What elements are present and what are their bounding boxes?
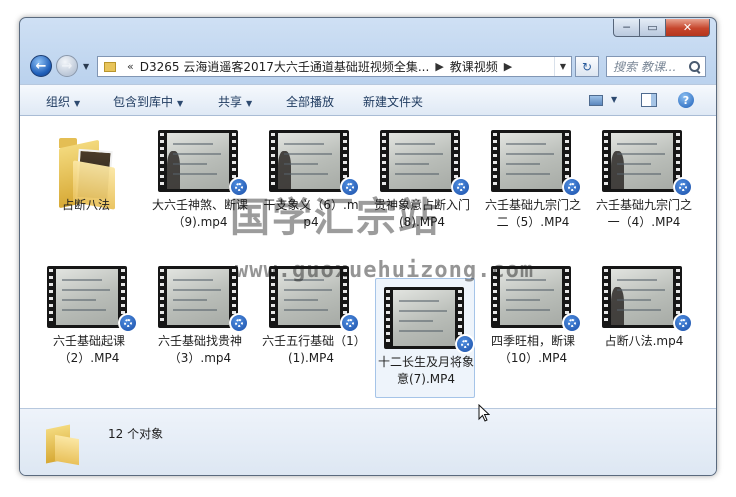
forward-button[interactable]: → — [56, 55, 78, 77]
folder-item[interactable]: 占断八法 — [36, 122, 136, 242]
media-player-icon — [562, 313, 582, 333]
item-label: 四季旺相，断课（10）.MP4 — [490, 334, 575, 365]
back-arrow-icon: ← — [35, 58, 47, 74]
window-controls: ─ ▭ ✕ — [613, 19, 710, 37]
refresh-button[interactable]: ↻ — [575, 56, 599, 77]
mouse-cursor-icon — [478, 404, 490, 422]
video-thumbnail — [380, 130, 460, 192]
navigation-bar: ← → ▼ « D3265 云海逍遥客2017大六壬通道基础班视频全集... ▶… — [20, 48, 716, 82]
new-folder-button[interactable]: 新建文件夹 — [363, 93, 423, 110]
organize-label: 组织 — [46, 95, 71, 109]
search-input[interactable]: 搜索 教课... — [606, 56, 706, 77]
change-view-icon[interactable] — [589, 95, 603, 106]
video-item[interactable]: 六壬基础起课（2）.MP4 — [39, 258, 139, 378]
chevron-down-icon: ▼ — [246, 99, 253, 108]
address-bar[interactable]: « D3265 云海逍遥客2017大六壬通道基础班视频全集... ▶ 教课视频 … — [97, 56, 572, 77]
explorer-window: ─ ▭ ✕ ← → ▼ « D3265 云海逍遥客2017大六壬通道基础班视频全… — [19, 17, 717, 476]
search-icon — [689, 61, 700, 72]
breadcrumb-overflow[interactable]: « — [127, 60, 134, 73]
minimize-button[interactable]: ─ — [613, 19, 640, 37]
media-player-icon — [229, 313, 249, 333]
video-thumbnail — [602, 130, 682, 192]
chevron-down-icon: ▼ — [74, 99, 81, 108]
media-player-icon — [451, 177, 471, 197]
video-thumbnail — [384, 287, 464, 349]
item-label: 六壬基础九宗门之二（5）.MP4 — [484, 198, 581, 229]
command-toolbar: 组织 ▼ 包含到库中 ▼ 共享 ▼ 全部播放 新建文件夹 ▼ ? — [20, 84, 716, 116]
back-button[interactable]: ← — [30, 55, 52, 77]
video-item[interactable]: 六壬基础九宗门之一（4）.MP4 — [594, 122, 694, 242]
address-history-chevron-down-icon[interactable]: ▼ — [554, 57, 571, 76]
include-in-library-label: 包含到库中 — [113, 95, 174, 109]
maximize-button[interactable]: ▭ — [640, 19, 666, 37]
play-all-button[interactable]: 全部播放 — [286, 93, 334, 110]
media-player-icon — [118, 313, 138, 333]
video-thumbnail — [269, 130, 349, 192]
help-icon[interactable]: ? — [678, 92, 694, 108]
details-pane: 12 个对象 — [20, 408, 716, 475]
preview-pane-icon[interactable] — [641, 93, 657, 107]
video-thumbnail — [158, 266, 238, 328]
item-label: 十二长生及月将象意(7).MP4 — [377, 355, 474, 386]
item-label: 占断八法 — [61, 198, 110, 212]
breadcrumb-current[interactable]: 教课视频 — [450, 58, 498, 75]
media-player-icon — [455, 334, 475, 354]
video-item[interactable]: 占断八法.mp4 — [594, 258, 694, 378]
item-label: 六壬基础起课（2）.MP4 — [52, 334, 125, 365]
media-player-icon — [673, 313, 693, 333]
item-label: 占断八法.mp4 — [604, 334, 684, 348]
include-in-library-button[interactable]: 包含到库中 ▼ — [113, 93, 183, 110]
share-label: 共享 — [218, 95, 243, 109]
item-label: 六壬基础找贵神（3）.mp4 — [157, 334, 242, 365]
breadcrumb-course[interactable]: D3265 云海逍遥客2017大六壬通道基础班视频全集... — [140, 58, 430, 75]
media-player-icon — [673, 177, 693, 197]
breadcrumb-separator-icon[interactable]: ▶ — [435, 60, 443, 73]
video-thumbnail — [491, 130, 571, 192]
watermark-url: www.guoxuehuizong.com — [235, 258, 535, 283]
folder-icon — [104, 61, 116, 72]
video-thumbnail — [158, 130, 238, 192]
breadcrumb-separator-icon[interactable]: ▶ — [504, 60, 512, 73]
video-item[interactable]: 六壬基础九宗门之二（5）.MP4 — [483, 122, 583, 242]
organize-button[interactable]: 组织 ▼ — [46, 93, 80, 110]
video-item-selected[interactable]: 十二长生及月将象意(7).MP4 — [375, 278, 475, 398]
media-player-icon — [562, 177, 582, 197]
folder-icon — [46, 423, 80, 466]
share-button[interactable]: 共享 ▼ — [218, 93, 252, 110]
item-label: 六壬基础九宗门之一（4）.MP4 — [595, 198, 692, 229]
item-label: 六壬五行基础（1）(1).MP4 — [262, 334, 360, 365]
view-options-chevron-down-icon[interactable]: ▼ — [611, 95, 617, 104]
close-button[interactable]: ✕ — [666, 19, 710, 37]
item-count: 12 个对象 — [108, 427, 164, 441]
media-player-icon — [340, 313, 360, 333]
recent-pages-chevron-down-icon[interactable]: ▼ — [83, 62, 89, 71]
refresh-icon: ↻ — [581, 59, 593, 74]
watermark-text: 国学汇宗站 — [230, 195, 440, 241]
video-thumbnail — [47, 266, 127, 328]
video-thumbnail — [602, 266, 682, 328]
chevron-down-icon: ▼ — [177, 99, 184, 108]
folder-icon — [59, 136, 117, 210]
search-placeholder: 搜索 教课... — [613, 60, 677, 74]
forward-arrow-icon: → — [61, 58, 73, 74]
